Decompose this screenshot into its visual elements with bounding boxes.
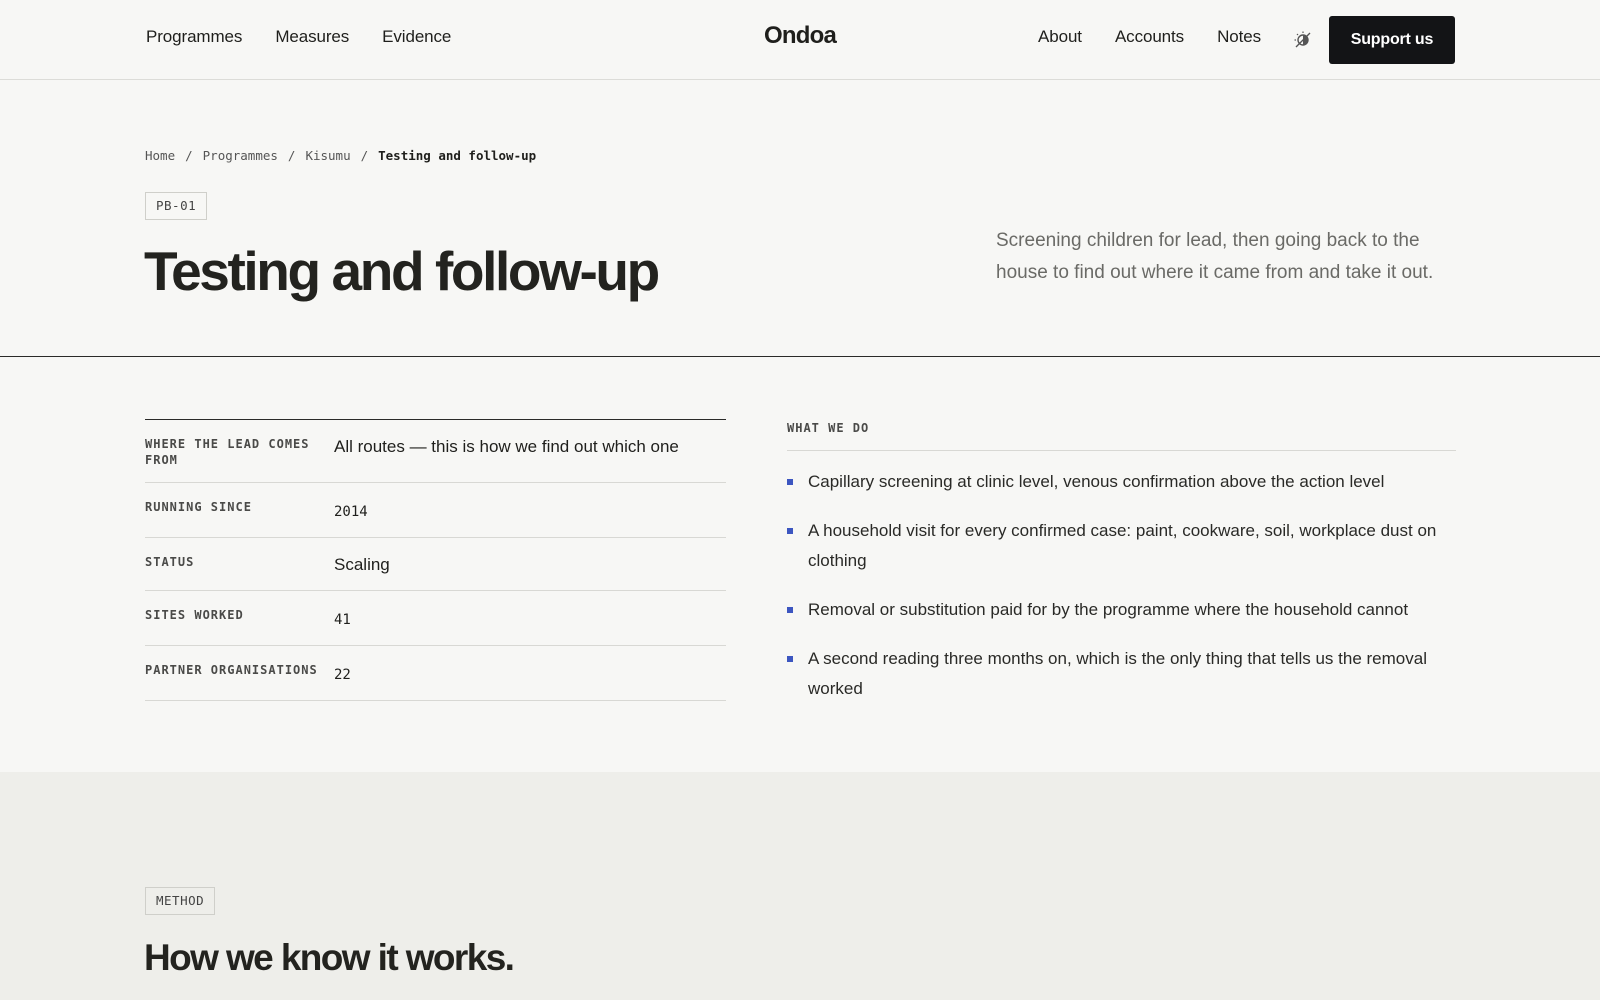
top-navigation-bar: Programmes Measures Evidence Ondoa About… — [0, 0, 1600, 80]
fact-row-partner-organisations: Partner organisations 22 — [145, 646, 726, 701]
brand-logo[interactable]: Ondoa — [764, 22, 837, 49]
breadcrumb-separator: / — [360, 148, 369, 163]
list-item-text: A household visit for every confirmed ca… — [808, 521, 1437, 570]
method-tag-badge: METHOD — [145, 887, 216, 915]
nav-link-notes[interactable]: Notes — [1217, 27, 1261, 47]
list-item: A second reading three months on, which … — [787, 644, 1456, 704]
breadcrumb-kisumu[interactable]: Kisumu — [305, 148, 350, 163]
fact-value: Scaling — [334, 555, 390, 574]
fact-value: All routes — this is how we find out whi… — [334, 437, 679, 456]
page-title: Testing and follow-up — [144, 240, 660, 302]
nav-link-programmes[interactable]: Programmes — [146, 27, 242, 47]
programme-code-badge: PB-01 — [145, 192, 208, 220]
list-item: Capillary screening at clinic level, ven… — [787, 467, 1456, 497]
list-item: A household visit for every confirmed ca… — [787, 516, 1456, 576]
fact-label: Running since — [145, 500, 252, 514]
fact-value: 22 — [334, 667, 351, 683]
list-item-text: Removal or substitution paid for by the … — [808, 600, 1409, 619]
list-item: Removal or substitution paid for by the … — [787, 595, 1456, 625]
bullet-square-icon — [787, 607, 793, 613]
programme-facts-table: Where the lead comes from All routes — t… — [145, 419, 726, 701]
fact-row-sites-worked: Sites worked 41 — [145, 591, 726, 646]
breadcrumb: Home / Programmes / Kisumu / Testing and… — [145, 148, 536, 163]
fact-label: Status — [145, 555, 195, 569]
fact-row-status: Status Scaling — [145, 538, 726, 591]
list-item-text: Capillary screening at clinic level, ven… — [808, 472, 1385, 491]
fact-label: Where the lead comes from — [145, 437, 310, 467]
nav-link-about[interactable]: About — [1038, 27, 1082, 47]
bullet-square-icon — [787, 656, 793, 662]
list-item-text: A second reading three months on, which … — [808, 649, 1427, 698]
nav-link-accounts[interactable]: Accounts — [1115, 27, 1184, 47]
fact-value: 41 — [334, 612, 351, 628]
fact-label: Partner organisations — [145, 663, 318, 677]
theme-toggle-icon[interactable] — [1292, 29, 1314, 51]
breadcrumb-home[interactable]: Home — [145, 148, 175, 163]
fact-row-running-since: Running since 2014 — [145, 483, 726, 538]
bullet-square-icon — [787, 479, 793, 485]
breadcrumb-programmes[interactable]: Programmes — [203, 148, 278, 163]
support-us-button[interactable]: Support us — [1329, 16, 1455, 64]
theme-toggle-glyph — [1294, 31, 1311, 48]
breadcrumb-separator: / — [287, 148, 296, 163]
fact-label: Sites worked — [145, 608, 244, 622]
breadcrumb-separator: / — [185, 148, 193, 163]
breadcrumb-current: Testing and follow-up — [378, 148, 537, 163]
nav-link-measures[interactable]: Measures — [275, 27, 349, 47]
what-we-do-list: Capillary screening at clinic level, ven… — [787, 467, 1456, 704]
nav-link-evidence[interactable]: Evidence — [382, 27, 451, 47]
section-divider — [0, 356, 1600, 357]
bullet-square-icon — [787, 528, 793, 534]
fact-row-lead-source: Where the lead comes from All routes — t… — [145, 420, 726, 483]
primary-nav: Programmes Measures Evidence — [146, 27, 451, 47]
what-we-do-heading: WHAT WE DO — [787, 419, 1456, 451]
secondary-nav: About Accounts Notes — [1038, 27, 1261, 47]
method-heading: How we know it works. — [144, 937, 515, 978]
page-lede: Screening children for lead, then going … — [996, 230, 1434, 283]
fact-value: 2014 — [334, 504, 368, 520]
what-we-do-section: WHAT WE DO Capillary screening at clinic… — [787, 419, 1456, 723]
